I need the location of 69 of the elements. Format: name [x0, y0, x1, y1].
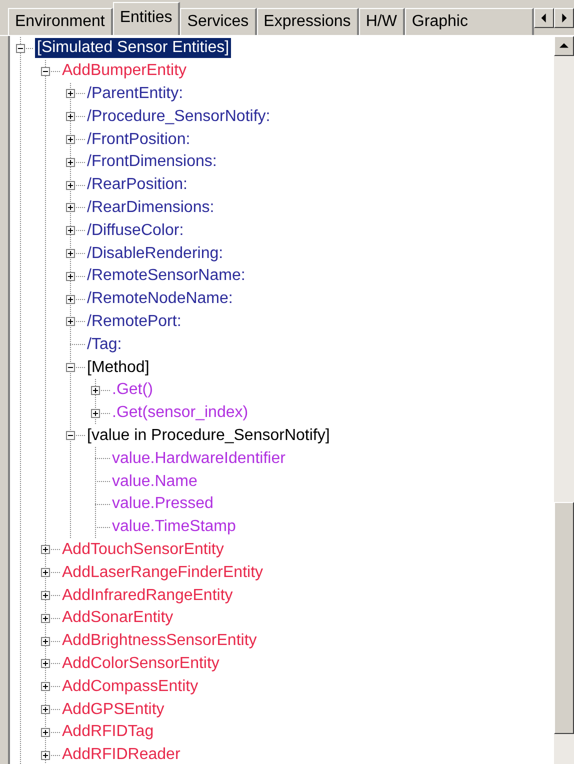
- plus-box-icon[interactable]: [66, 135, 75, 144]
- tree-item[interactable]: AddGPSEntity: [60, 700, 166, 720]
- plus-box-icon[interactable]: [91, 408, 100, 418]
- plus-box-icon[interactable]: [66, 158, 75, 167]
- tree-item[interactable]: value.HardwareIdentifier: [110, 448, 288, 469]
- tree-item[interactable]: AddBrightnessSensorEntity: [60, 631, 259, 652]
- minus-box-icon[interactable]: [66, 363, 75, 372]
- tree-item[interactable]: AddTouchSensorEntity: [60, 540, 226, 560]
- tree-item[interactable]: AddLaserRangeFinderEntity: [60, 562, 266, 583]
- plus-box-icon[interactable]: [66, 180, 75, 190]
- minus-box-icon[interactable]: [16, 44, 25, 53]
- plus-box-icon[interactable]: [66, 317, 75, 326]
- tree-item[interactable]: /DiffuseColor:: [85, 220, 186, 241]
- plus-box-icon[interactable]: [91, 386, 100, 395]
- tree-item[interactable]: AddRFIDReader: [60, 745, 182, 764]
- tree-item[interactable]: AddCompassEntity: [60, 676, 200, 697]
- tree-item[interactable]: /FrontPosition:: [85, 130, 192, 150]
- tree-item[interactable]: [Simulated Sensor Entities]: [35, 38, 232, 58]
- tree-item[interactable]: /RemoteNodeName:: [85, 289, 235, 310]
- tree-item[interactable]: [value in Procedure_SensorNotify]: [85, 426, 332, 446]
- minus-box-icon[interactable]: [66, 431, 75, 440]
- tree-item[interactable]: /RearDimensions:: [85, 198, 216, 218]
- plus-box-icon[interactable]: [41, 568, 50, 578]
- scroll-up-button[interactable]: [554, 36, 574, 56]
- tree-item[interactable]: AddInfraredRangeEntity: [60, 586, 235, 606]
- plus-box-icon[interactable]: [41, 614, 50, 623]
- plus-box-icon[interactable]: [66, 272, 75, 281]
- tree-item[interactable]: AddRFIDTag: [60, 722, 156, 742]
- tree-item[interactable]: /RearPosition:: [85, 175, 190, 196]
- tree-item[interactable]: .Get(sensor_index): [110, 403, 250, 424]
- tree-item[interactable]: /ParentEntity:: [85, 84, 186, 104]
- tree-item[interactable]: .Get(): [110, 380, 155, 400]
- plus-box-icon[interactable]: [66, 203, 75, 212]
- plus-box-icon[interactable]: [41, 659, 50, 668]
- tree-item[interactable]: /RemotePort:: [85, 312, 184, 332]
- tab[interactable]: Environment: [8, 8, 113, 35]
- tree-item[interactable]: /DisableRendering:: [85, 244, 226, 264]
- plus-box-icon[interactable]: [41, 545, 50, 554]
- tree-item[interactable]: value.Name: [110, 472, 200, 492]
- tree-item[interactable]: /RemoteSensorName:: [85, 266, 248, 286]
- plus-box-icon[interactable]: [66, 249, 75, 258]
- plus-box-icon[interactable]: [66, 112, 75, 122]
- tree-item[interactable]: AddBumperEntity: [60, 61, 189, 82]
- plus-box-icon[interactable]: [41, 750, 50, 760]
- tab[interactable]: Services: [180, 8, 257, 35]
- tab[interactable]: Expressions: [256, 8, 359, 35]
- plus-box-icon[interactable]: [66, 294, 75, 304]
- tree-item[interactable]: /FrontDimensions:: [85, 152, 219, 172]
- plus-box-icon[interactable]: [66, 89, 75, 98]
- tree-item[interactable]: AddSonarEntity: [60, 608, 176, 628]
- tree-item[interactable]: /Procedure_SensorNotify:: [85, 106, 272, 127]
- tree-item[interactable]: [Method]: [85, 358, 152, 378]
- scrollbar-thumb[interactable]: [554, 502, 574, 734]
- minus-box-icon[interactable]: [41, 66, 50, 76]
- scroll-left-button[interactable]: [534, 8, 554, 28]
- tree-item[interactable]: value.TimeStamp: [110, 517, 238, 538]
- plus-box-icon[interactable]: [41, 682, 50, 692]
- plus-box-icon[interactable]: [41, 591, 50, 600]
- tab[interactable]: Entities: [112, 2, 180, 35]
- tab[interactable]: Graphic: [404, 8, 534, 35]
- plus-box-icon[interactable]: [41, 636, 50, 646]
- scroll-right-button[interactable]: [554, 8, 574, 28]
- plus-box-icon[interactable]: [66, 226, 75, 236]
- plus-box-icon[interactable]: [41, 728, 50, 737]
- plus-box-icon[interactable]: [41, 705, 50, 714]
- tree-item[interactable]: AddColorSensorEntity: [60, 654, 222, 674]
- tree-item[interactable]: /Tag:: [85, 334, 124, 355]
- tree-item[interactable]: value.Pressed: [110, 494, 216, 514]
- tab[interactable]: H/W: [358, 8, 405, 35]
